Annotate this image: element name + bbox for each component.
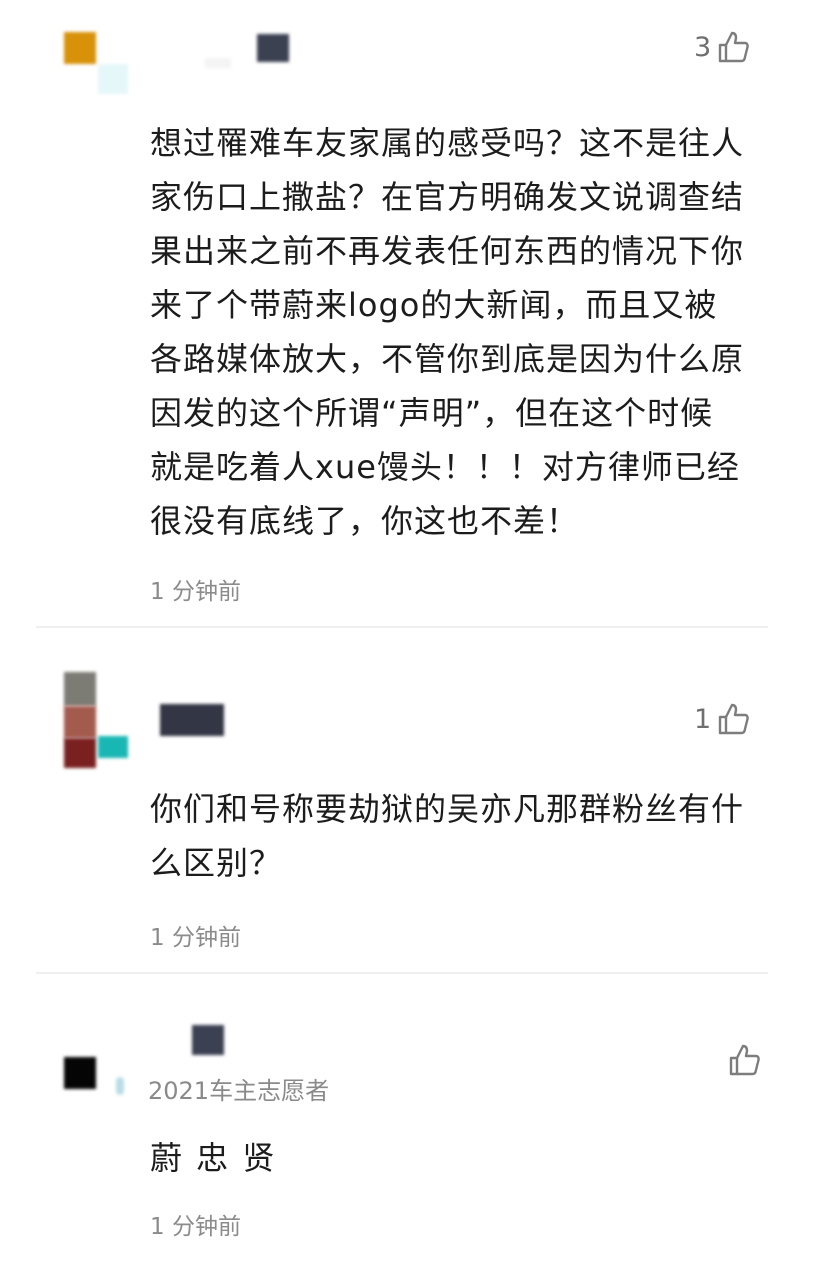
comment-time: 1 分钟前 (150, 579, 241, 605)
like-count: 1 (694, 703, 712, 735)
avatar-decoration (64, 706, 96, 738)
like-button[interactable]: 3 (694, 30, 751, 64)
divider (36, 626, 768, 628)
divider (36, 972, 768, 974)
avatar-decoration (64, 738, 96, 768)
comment-text: 想过罹难车友家属的感受吗？这不是往人 家伤口上撒盐？在官方明确发文说调查结 果出… (150, 124, 745, 540)
comment-text: 蔚 忠 贤 (150, 1139, 277, 1177)
comment-text: 你们和号称要劫狱的吴亦凡那群粉丝有什 么区别？ (150, 790, 745, 882)
thumbs-up-icon (718, 31, 750, 63)
username-redacted[interactable] (205, 58, 231, 68)
comment-time: 1 分钟前 (150, 1214, 241, 1240)
username-redacted[interactable] (192, 1025, 224, 1055)
thumbs-up-icon (729, 1044, 760, 1076)
like-button[interactable] (728, 1043, 762, 1077)
username-redacted[interactable] (160, 704, 224, 736)
comment-time: 1 分钟前 (150, 925, 241, 951)
comment-item: 2021车主志愿者 蔚 忠 贤 1 分钟前 (0, 975, 820, 1262)
comment-item: 3 想过罹难车友家属的感受吗？这不是往人 家伤口上撒盐？在官方明确发文说调查结 … (0, 0, 820, 630)
like-count: 3 (694, 31, 712, 63)
username-redacted[interactable] (257, 34, 289, 62)
avatar-decoration (98, 736, 128, 758)
avatar-decoration (116, 1077, 124, 1095)
avatar-decoration (98, 64, 128, 94)
avatar[interactable] (64, 32, 96, 64)
avatar[interactable] (64, 672, 96, 706)
user-badge: 2021车主志愿者 (148, 1077, 330, 1105)
comment-item: 1 你们和号称要劫狱的吴亦凡那群粉丝有什 么区别？ 1 分钟前 (0, 630, 820, 975)
like-button[interactable]: 1 (694, 702, 751, 736)
avatar[interactable] (64, 1057, 96, 1089)
thumbs-up-icon (718, 703, 750, 735)
